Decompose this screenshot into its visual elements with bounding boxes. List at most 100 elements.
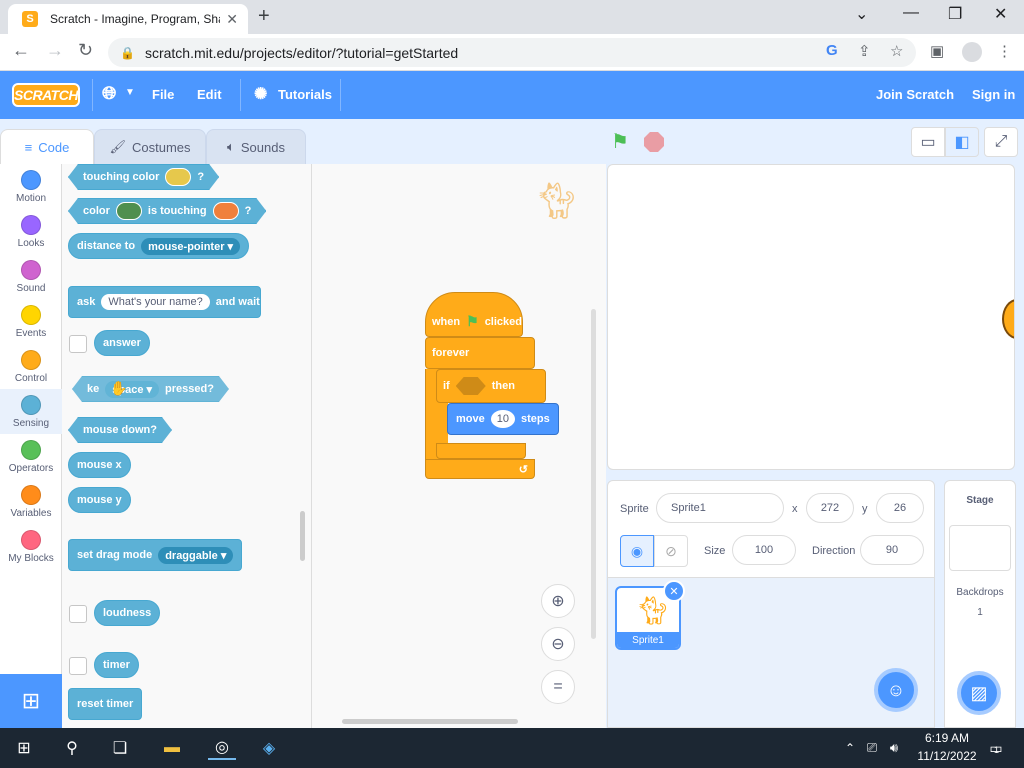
- category-sensing[interactable]: Sensing: [0, 389, 62, 434]
- scratch-logo[interactable]: SCRATCH: [12, 83, 80, 107]
- empty-condition-slot[interactable]: [455, 377, 486, 395]
- address-bar[interactable]: 🔒 scratch.mit.edu/projects/editor/?tutor…: [108, 38, 916, 67]
- forward-arrow-icon[interactable]: →: [46, 40, 64, 61]
- sprite-name-input[interactable]: Sprite1: [656, 493, 784, 523]
- distance-to-block[interactable]: distance to mouse-pointer ▾: [68, 233, 250, 259]
- ask-and-wait-block[interactable]: ask What's your name? and wait: [68, 286, 261, 318]
- share-icon[interactable]: ⇪: [858, 42, 871, 60]
- color-is-touching-block[interactable]: color is touching ?: [68, 198, 266, 224]
- loudness-block[interactable]: loudness: [94, 600, 161, 626]
- color-swatch-green[interactable]: [116, 202, 142, 220]
- profile-avatar-icon[interactable]: [962, 42, 982, 62]
- show-sprite-button[interactable]: ◉: [620, 535, 654, 567]
- tab-search-icon[interactable]: ⌄: [855, 4, 868, 24]
- zoom-in-button[interactable]: ⊕: [541, 584, 575, 618]
- hide-sprite-button[interactable]: ⊘: [654, 535, 688, 567]
- tab-sounds[interactable]: 🔈︎ Sounds: [206, 129, 306, 165]
- volume-icon[interactable]: 🔊︎: [882, 736, 906, 760]
- distance-target-dropdown[interactable]: mouse-pointer ▾: [141, 237, 241, 255]
- edit-menu[interactable]: Edit: [197, 87, 222, 102]
- join-scratch-link[interactable]: Join Scratch: [876, 87, 954, 102]
- if-then-block[interactable]: if then: [436, 369, 546, 403]
- set-drag-mode-block[interactable]: set drag mode draggable ▾: [68, 539, 243, 571]
- close-window-button[interactable]: ✕: [994, 4, 1007, 24]
- reload-icon[interactable]: ↻: [78, 40, 93, 61]
- tab-costumes[interactable]: 🖌︎ Costumes: [94, 129, 206, 165]
- green-flag-button[interactable]: ⚑: [611, 129, 629, 154]
- timer-block[interactable]: timer: [94, 652, 139, 678]
- zoom-reset-button[interactable]: =: [541, 670, 575, 704]
- category-my-blocks[interactable]: My Blocks: [0, 524, 62, 569]
- key-pressed-block[interactable]: ke space ▾ pressed?: [72, 376, 229, 402]
- windows-start-icon[interactable]: ⊞: [12, 736, 36, 760]
- mouse-down-block[interactable]: mouse down?: [68, 417, 172, 443]
- category-looks[interactable]: Looks: [0, 209, 62, 254]
- chevron-up-icon[interactable]: ⌃: [838, 736, 862, 760]
- minimize-button[interactable]: —: [903, 4, 919, 22]
- mouse-y-block[interactable]: mouse y: [68, 487, 131, 513]
- chrome-icon[interactable]: ◎: [208, 736, 236, 760]
- color-swatch-yellow[interactable]: [165, 168, 191, 186]
- palette-scrollbar[interactable]: [300, 511, 305, 561]
- answer-block[interactable]: answer: [94, 330, 150, 356]
- language-globe-icon[interactable]: 🌐︎: [102, 83, 116, 104]
- clock-date[interactable]: 11/12/2022: [912, 749, 982, 763]
- google-translate-icon[interactable]: G: [826, 42, 838, 59]
- x-input[interactable]: 272: [806, 493, 854, 523]
- choose-backdrop-button[interactable]: ▨: [957, 671, 1001, 715]
- task-view-icon[interactable]: ❏: [108, 736, 132, 760]
- close-tab-icon[interactable]: ✕: [226, 11, 238, 28]
- clock-time[interactable]: 6:19 AM: [912, 731, 982, 745]
- steps-input[interactable]: 10: [490, 410, 515, 428]
- size-input[interactable]: 100: [732, 535, 796, 565]
- drag-mode-dropdown[interactable]: draggable ▾: [158, 546, 234, 564]
- category-control[interactable]: Control: [0, 344, 62, 389]
- color-swatch-orange[interactable]: [213, 202, 239, 220]
- ask-question-input[interactable]: What's your name?: [101, 294, 210, 310]
- fullscreen-button[interactable]: ⤢: [984, 127, 1018, 157]
- loudness-checkbox[interactable]: [69, 605, 87, 623]
- direction-input[interactable]: 90: [860, 535, 924, 565]
- when-flag-clicked-block[interactable]: when ⚑ clicked: [425, 292, 523, 337]
- add-extension-button[interactable]: ⊞: [0, 674, 62, 728]
- browser-tab[interactable]: S Scratch - Imagine, Program, Shar ✕: [8, 4, 248, 34]
- sprite-cat-on-stage[interactable]: [1002, 299, 1014, 339]
- workspace-h-scrollbar[interactable]: [342, 719, 518, 724]
- file-explorer-icon[interactable]: ▬: [160, 736, 184, 760]
- search-icon[interactable]: ⚲: [60, 736, 84, 760]
- y-input[interactable]: 26: [876, 493, 924, 523]
- stage-canvas[interactable]: [607, 164, 1015, 470]
- stop-button[interactable]: [644, 132, 664, 152]
- mouse-x-block[interactable]: mouse x: [68, 452, 131, 478]
- browser-menu-icon[interactable]: ⋮: [997, 42, 1012, 60]
- code-workspace[interactable]: 🐈︎ when ⚑ clicked forever if then move 1…: [312, 164, 606, 728]
- forever-block[interactable]: forever: [425, 337, 535, 369]
- tutorials-menu[interactable]: Tutorials: [278, 87, 332, 102]
- network-icon[interactable]: ⎚: [860, 736, 884, 760]
- timer-checkbox[interactable]: [69, 657, 87, 675]
- back-arrow-icon[interactable]: ←: [12, 40, 30, 61]
- store-app-icon[interactable]: ◈: [257, 736, 281, 760]
- side-panel-icon[interactable]: ▣: [930, 42, 944, 60]
- answer-checkbox[interactable]: [69, 335, 87, 353]
- choose-sprite-button[interactable]: ☺: [874, 668, 918, 712]
- zoom-out-button[interactable]: ⊖: [541, 627, 575, 661]
- category-sound[interactable]: Sound: [0, 254, 62, 299]
- bookmark-star-icon[interactable]: ☆: [890, 42, 903, 60]
- touching-color-block[interactable]: touching color ?: [68, 164, 219, 190]
- reset-timer-block[interactable]: reset timer: [68, 688, 143, 720]
- category-events[interactable]: Events: [0, 299, 62, 344]
- category-variables[interactable]: Variables: [0, 479, 62, 524]
- stage-thumbnail[interactable]: [949, 525, 1011, 571]
- delete-sprite-button[interactable]: ✕: [663, 580, 685, 602]
- small-stage-button[interactable]: ▭: [911, 127, 945, 157]
- move-steps-block[interactable]: move 10 steps: [447, 403, 559, 435]
- new-tab-button[interactable]: +: [258, 5, 270, 28]
- restore-button[interactable]: ❐: [948, 4, 962, 24]
- category-motion[interactable]: Motion: [0, 164, 62, 209]
- large-stage-button[interactable]: ◧: [945, 127, 979, 157]
- sign-in-link[interactable]: Sign in: [972, 87, 1015, 102]
- workspace-v-scrollbar[interactable]: [591, 309, 596, 639]
- category-operators[interactable]: Operators: [0, 434, 62, 479]
- file-menu[interactable]: File: [152, 87, 174, 102]
